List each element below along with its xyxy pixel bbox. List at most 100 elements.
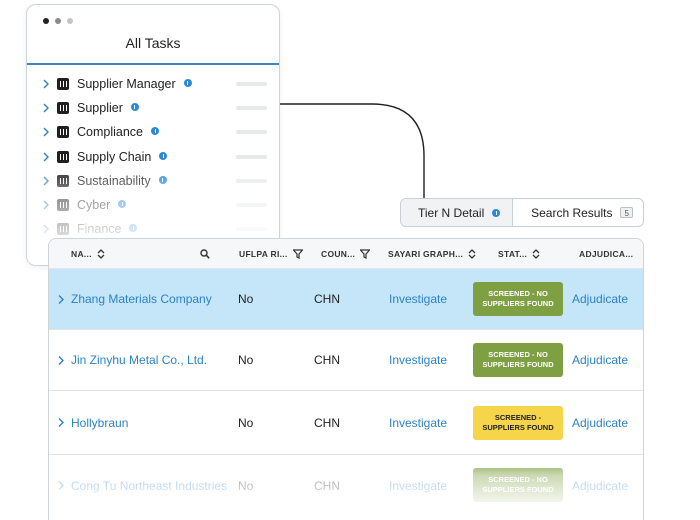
chevron-right-icon[interactable] [41, 151, 51, 163]
list-icon [57, 78, 69, 90]
column-header-status[interactable]: STAT... [498, 239, 540, 269]
filter-icon[interactable] [360, 249, 371, 259]
column-label: NA... [71, 249, 92, 259]
list-icon [57, 150, 69, 163]
task-label: Cyber [77, 198, 127, 212]
task-item[interactable]: Supplier [27, 96, 279, 120]
search-icon[interactable] [200, 249, 210, 259]
table-row[interactable]: Jin Zinyhu Metal Co., Ltd. No CHN Invest… [49, 330, 643, 391]
info-icon [118, 199, 127, 208]
adjudicate-link[interactable]: Adjudicate [572, 269, 628, 329]
filter-icon[interactable] [292, 249, 303, 259]
panel-title: All Tasks [125, 35, 181, 51]
list-icon [57, 198, 69, 211]
investigate-link[interactable]: Investigate [389, 455, 447, 516]
status-badge: SCREENED - NO SUPPLIERS FOUND [473, 282, 563, 316]
chevron-right-icon[interactable] [41, 78, 51, 90]
info-icon [158, 175, 167, 184]
progress-bar [236, 106, 267, 111]
list-icon [57, 102, 69, 115]
task-item[interactable]: Supply Chain [27, 145, 279, 169]
progress-bar [236, 82, 267, 86]
country-value: CHN [314, 478, 340, 493]
investigate-link[interactable]: Investigate [389, 391, 447, 454]
task-item[interactable]: Compliance [27, 120, 279, 144]
adjudicate-link[interactable]: Adjudicate [572, 455, 628, 516]
supplier-name-link[interactable]: Zhang Materials Company [71, 269, 212, 329]
task-item[interactable]: Supplier Manager [27, 72, 279, 96]
chevron-right-icon[interactable] [57, 417, 65, 428]
info-icon [159, 151, 168, 160]
progress-bar [236, 130, 267, 135]
window-dot [43, 18, 49, 24]
chevron-right-icon[interactable] [41, 102, 51, 114]
detail-tab-bar: Tier N Detail Search Results 5 [400, 198, 644, 227]
chevron-right-icon[interactable] [57, 355, 65, 366]
supplier-name-link[interactable]: Jin Zinyhu Metal Co., Ltd. [71, 330, 207, 390]
info-icon [151, 127, 160, 136]
info-icon [183, 79, 192, 87]
tab-tier-n-detail[interactable]: Tier N Detail [401, 199, 514, 226]
table-row[interactable]: Cong Tu Northeast Industries No CHN Inve… [49, 455, 643, 516]
sort-icon[interactable] [468, 249, 476, 259]
task-label: Supply Chain [77, 150, 168, 164]
uflpa-risk-value: No [238, 478, 254, 493]
supplier-name-link[interactable]: Cong Tu Northeast Industries [71, 455, 227, 516]
task-label: Supplier Manager [77, 77, 192, 91]
sort-icon[interactable] [532, 249, 540, 259]
list-icon [57, 126, 69, 139]
country-value: CHN [314, 292, 340, 306]
chevron-right-icon[interactable] [41, 199, 51, 211]
investigate-link[interactable]: Investigate [389, 269, 447, 329]
supplier-table: NA... UFLPA RI... COUN... SAYARI GRAPH..… [48, 238, 644, 520]
task-label: Compliance [77, 125, 160, 139]
table-row[interactable]: Hollybraun No CHN Investigate SCREENED -… [49, 391, 643, 455]
status-badge: SCREENED - SUPPLIERS FOUND [473, 406, 563, 440]
progress-bar [236, 154, 267, 159]
task-label: Supplier [77, 101, 139, 115]
results-count-badge: 5 [620, 207, 633, 218]
progress-bar [236, 202, 267, 207]
info-icon [492, 208, 501, 217]
all-tasks-panel: All Tasks Supplier Manager Supplier Compli… [26, 4, 280, 266]
window-dot [55, 18, 61, 24]
progress-bar [236, 178, 267, 183]
adjudicate-link[interactable]: Adjudicate [572, 330, 628, 390]
investigate-link[interactable]: Investigate [389, 330, 447, 390]
status-badge: SCREENED - NO SUPPLIERS FOUND [473, 468, 563, 502]
country-value: CHN [314, 353, 340, 367]
tab-search-results[interactable]: Search Results 5 [513, 199, 643, 226]
task-item[interactable]: Sustainability [27, 169, 279, 193]
title-divider [27, 63, 279, 65]
task-item[interactable]: Cyber [27, 193, 279, 217]
adjudicate-link[interactable]: Adjudicate [572, 391, 628, 454]
supplier-name-link[interactable]: Hollybraun [71, 391, 128, 454]
country-value: CHN [314, 415, 340, 430]
table-row[interactable]: Zhang Materials Company No CHN Investiga… [49, 269, 643, 330]
tab-label: Search Results [531, 205, 613, 220]
uflpa-risk-value: No [238, 415, 254, 430]
column-header-country[interactable]: COUN... [321, 239, 371, 269]
info-icon [130, 103, 139, 112]
uflpa-risk-value: No [238, 292, 254, 306]
tab-label: Tier N Detail [418, 205, 485, 220]
task-label: Sustainability [77, 174, 167, 188]
column-label: ADJUDICA... [579, 249, 634, 259]
task-list: Supplier Manager Supplier Compliance Supply… [27, 72, 279, 241]
progress-bar [236, 227, 267, 232]
chevron-right-icon[interactable] [41, 175, 51, 187]
list-icon [57, 174, 69, 187]
sort-icon[interactable] [97, 249, 105, 259]
chevron-right-icon[interactable] [41, 223, 51, 235]
column-header-adjudication[interactable]: ADJUDICA... [579, 239, 633, 269]
column-label: UFLPA RI... [239, 249, 288, 259]
info-icon [129, 224, 138, 233]
column-label: STAT... [498, 249, 528, 259]
chevron-right-icon[interactable] [41, 126, 51, 138]
chevron-right-icon[interactable] [57, 294, 65, 305]
column-header-sayari-graph[interactable]: SAYARI GRAPH... [388, 239, 476, 269]
chevron-right-icon[interactable] [57, 480, 65, 491]
column-header-uflpa[interactable]: UFLPA RI... [239, 239, 303, 269]
column-header-name[interactable]: NA... [71, 239, 105, 269]
table-header: NA... UFLPA RI... COUN... SAYARI GRAPH..… [49, 239, 643, 269]
